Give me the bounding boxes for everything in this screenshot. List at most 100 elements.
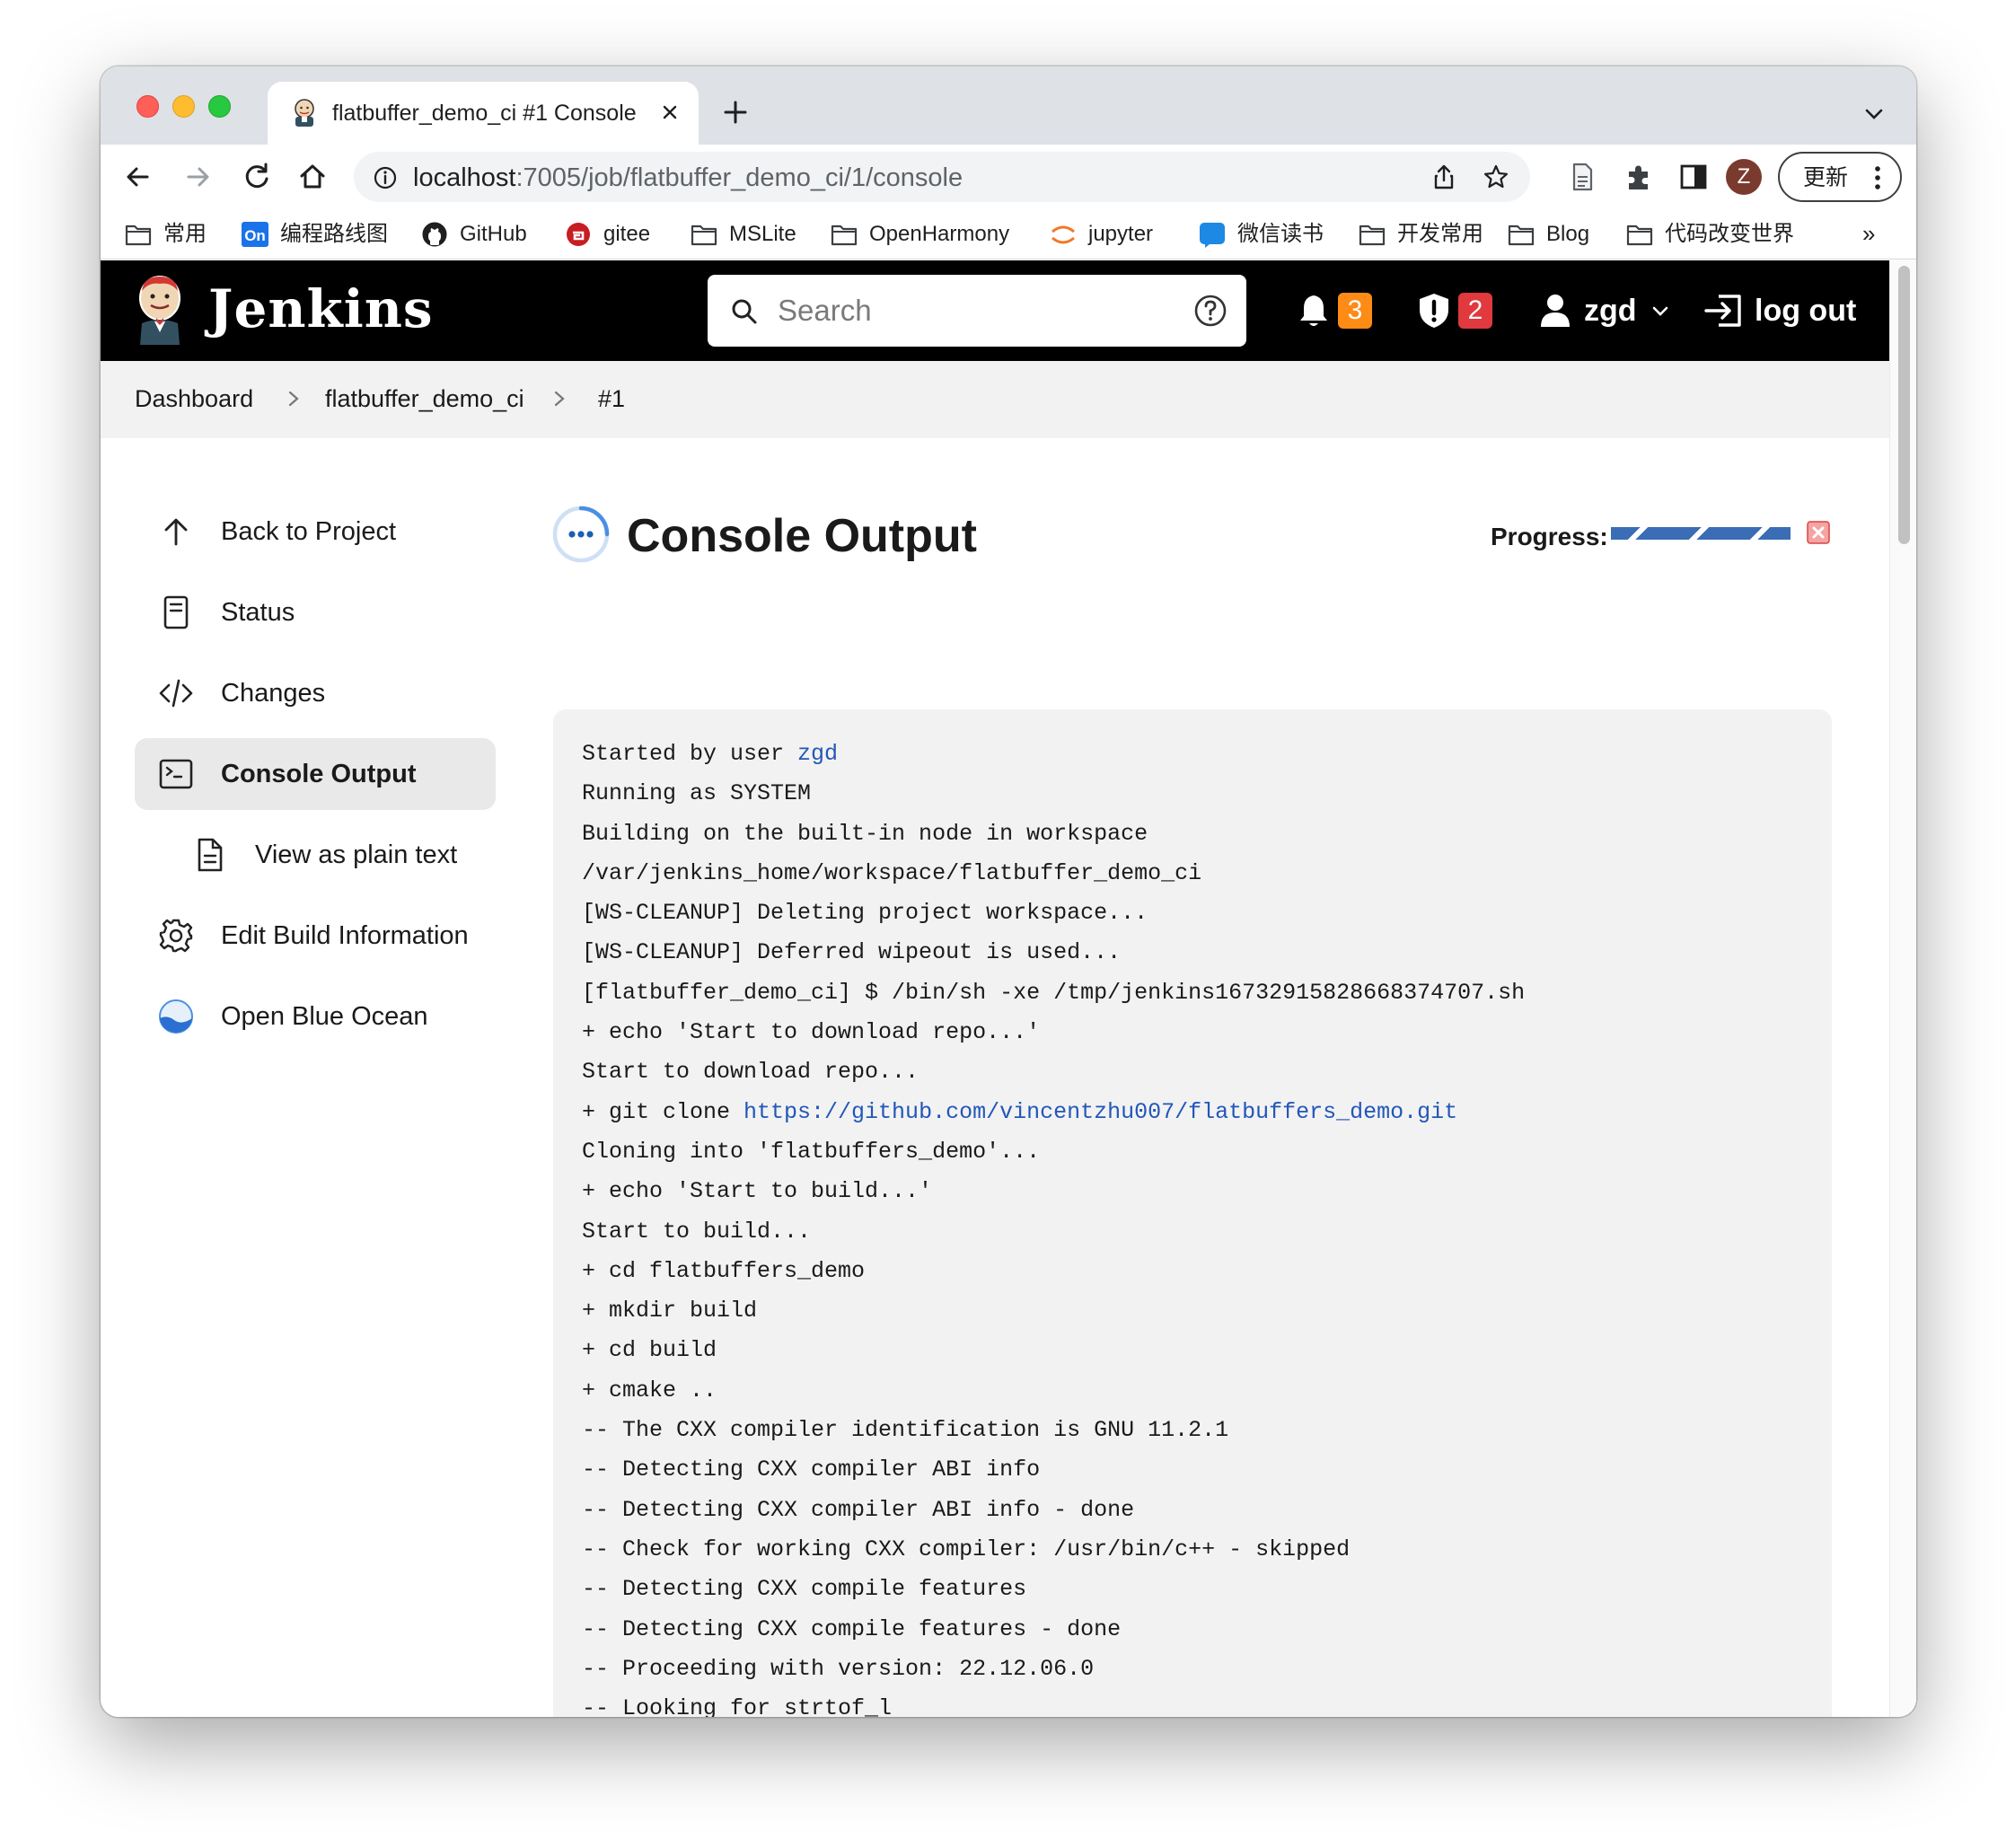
tab-active[interactable]: flatbuffer_demo_ci #1 Console: [268, 82, 699, 145]
bookmark-folder-openharmony[interactable]: OpenHarmony: [830, 217, 1009, 251]
user-menu[interactable]: zgd: [1539, 291, 1671, 330]
bookmark-folder-dev[interactable]: 开发常用: [1358, 217, 1483, 251]
close-window-button[interactable]: [136, 95, 159, 118]
bookmark-label: MSLite: [729, 222, 796, 246]
notifications-button[interactable]: 3: [1297, 291, 1372, 330]
help-icon[interactable]: [1192, 293, 1228, 329]
terminal-icon: [159, 759, 193, 789]
gear-icon: [159, 919, 193, 953]
console-line: Start to build...: [582, 1218, 812, 1245]
search-box: [708, 275, 1246, 347]
url-path: :7005/job/flatbuffer_demo_ci/1/console: [515, 163, 964, 192]
console-line: Cloning into 'flatbuffers_demo'...: [582, 1138, 1041, 1165]
bookmark-folder-blog[interactable]: Blog: [1507, 217, 1589, 251]
side-open-blue-ocean[interactable]: Open Blue Ocean: [135, 981, 496, 1052]
update-button[interactable]: 更新: [1778, 152, 1902, 202]
url-host: localhost: [413, 163, 516, 192]
svg-text:On: On: [244, 227, 266, 244]
folder-icon: [1626, 224, 1653, 246]
console-line: -- Detecting CXX compiler ABI info - don…: [582, 1496, 1135, 1523]
console-line: + git clone https://github.com/vincentzh…: [582, 1093, 1814, 1132]
side-status[interactable]: Status: [135, 576, 496, 648]
bookmark-folder-code-world[interactable]: 代码改变世界: [1625, 217, 1794, 251]
stop-build-icon[interactable]: [1807, 521, 1830, 544]
breadcrumb-dashboard[interactable]: Dashboard: [135, 383, 253, 415]
console-line: [flatbuffer_demo_ci] $ /bin/sh -xe /tmp/…: [582, 979, 1526, 1006]
user-name: zgd: [1584, 294, 1637, 328]
user-link[interactable]: zgd: [797, 741, 838, 767]
bookmark-folder-mslite[interactable]: MSLite: [690, 217, 796, 251]
scroll-thumb[interactable]: [1898, 266, 1910, 544]
chevron-right-icon: [554, 391, 565, 407]
extensions-puzzle-icon[interactable]: [1623, 161, 1656, 193]
bookmark-gitee[interactable]: gitee: [564, 217, 650, 251]
bookmarks-overflow-button[interactable]: »: [1862, 220, 1875, 248]
jenkins-brand[interactable]: Jenkins: [208, 275, 434, 343]
jupyter-icon: [1051, 225, 1075, 244]
page-title: Console Output: [627, 510, 977, 562]
site-info-icon[interactable]: [372, 164, 399, 191]
bookmark-roadmap[interactable]: On 编程路线图: [241, 217, 388, 251]
bookmark-jupyter[interactable]: jupyter: [1049, 217, 1153, 251]
breadcrumb: Dashboard flatbuffer_demo_ci #1: [101, 361, 1889, 438]
console-line: + cd build: [582, 1337, 717, 1364]
logout-icon: [1704, 295, 1741, 327]
bookmark-weread[interactable]: 微信读书: [1198, 217, 1324, 251]
side-console-output[interactable]: Console Output: [135, 738, 496, 810]
bookmark-label: 代码改变世界: [1665, 222, 1794, 246]
back-arrow-icon[interactable]: [119, 157, 158, 197]
url-text: localhost:7005/job/flatbuffer_demo_ci/1/…: [413, 163, 963, 193]
bookmark-star-icon[interactable]: [1482, 163, 1510, 191]
chevron-down-icon[interactable]: [1861, 101, 1887, 128]
bookmark-label: 编程路线图: [280, 222, 388, 246]
breadcrumb-build[interactable]: #1: [598, 383, 625, 415]
forward-arrow-icon[interactable]: [178, 157, 217, 197]
side-edit-build-info[interactable]: Edit Build Information: [135, 900, 496, 972]
console-line: + echo 'Start to build...': [582, 1178, 933, 1205]
folder-icon: [831, 224, 858, 246]
folder-icon: [1359, 224, 1386, 246]
console-line: Started by user zgd: [582, 735, 1814, 774]
side-label: Changes: [221, 679, 326, 708]
bookmark-label: 开发常用: [1397, 222, 1483, 246]
profile-avatar[interactable]: Z: [1726, 159, 1762, 195]
security-button[interactable]: 2: [1417, 291, 1492, 330]
share-icon[interactable]: [1430, 163, 1458, 191]
repo-link[interactable]: https://github.com/vincentzhu007/flatbuf…: [744, 1099, 1457, 1125]
home-icon[interactable]: [293, 157, 332, 197]
logout-button[interactable]: log out: [1703, 291, 1856, 330]
bookmark-folder-changyong[interactable]: 常用: [124, 217, 207, 251]
chevron-down-icon: [1652, 306, 1667, 316]
weread-icon: [1200, 223, 1225, 248]
user-icon: [1541, 295, 1570, 327]
new-tab-icon[interactable]: [720, 97, 751, 128]
breadcrumb-job[interactable]: flatbuffer_demo_ci: [325, 383, 524, 415]
gitee-icon: [567, 223, 590, 246]
file-text-icon: [198, 838, 223, 872]
reload-icon[interactable]: [237, 157, 277, 197]
folder-icon: [691, 224, 717, 246]
jenkins-logo-icon[interactable]: [133, 273, 187, 345]
reading-page-icon[interactable]: [1566, 161, 1598, 193]
address-bar[interactable]: localhost:7005/job/flatbuffer_demo_ci/1/…: [354, 152, 1530, 202]
side-label: Status: [221, 598, 295, 627]
side-changes[interactable]: Changes: [135, 657, 496, 729]
side-back-to-project[interactable]: Back to Project: [135, 496, 496, 568]
jenkins-favicon-icon: [295, 99, 314, 127]
bookmark-label: gitee: [603, 222, 651, 246]
tab-title: flatbuffer_demo_ci #1 Console: [332, 101, 637, 126]
roadmap-logo-icon: On: [242, 222, 268, 247]
document-icon: [163, 595, 189, 629]
blue-ocean-icon: [159, 999, 193, 1034]
minimize-window-button[interactable]: [172, 95, 195, 118]
bookmark-github[interactable]: GitHub: [420, 217, 527, 251]
search-input[interactable]: [778, 289, 1155, 332]
close-tab-icon[interactable]: [657, 100, 682, 125]
console-line: -- Looking for strtof_l: [582, 1695, 893, 1717]
side-panel-icon[interactable]: [1677, 161, 1710, 193]
page-scrollbar[interactable]: [1889, 260, 1916, 1717]
update-label: 更新: [1803, 165, 1849, 190]
zoom-window-button[interactable]: [208, 95, 231, 118]
arrow-up-icon: [164, 518, 188, 546]
side-view-plain-text[interactable]: View as plain text: [135, 819, 496, 891]
